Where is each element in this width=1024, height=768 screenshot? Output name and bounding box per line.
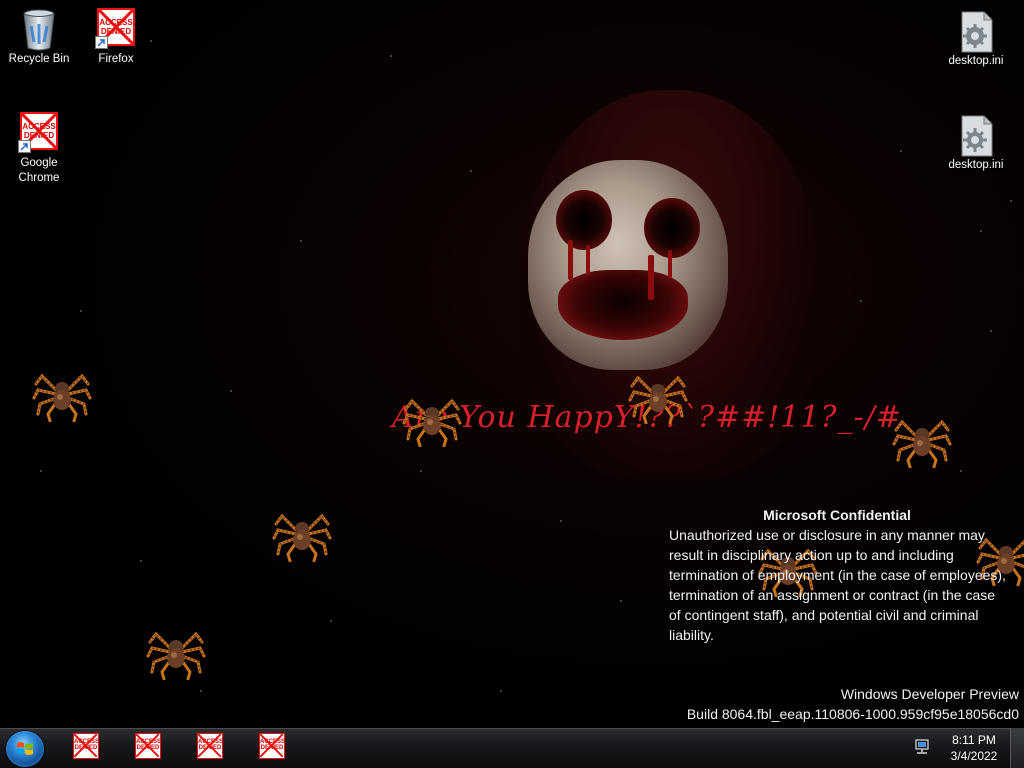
wallpaper-star xyxy=(990,330,992,332)
wallpaper-star xyxy=(330,620,332,622)
watermark-heading: Microsoft Confidential xyxy=(763,507,911,523)
access-denied-badge-text: ACCESS DENIED xyxy=(22,122,56,140)
desktop-icon-desktop-ini[interactable]: desktop.ini xyxy=(938,10,1014,69)
build-watermark: Windows Developer Preview Build 8064.fbl… xyxy=(687,684,1019,724)
access-denied-icon: ACCESS DENIED xyxy=(95,8,136,49)
access-denied-icon: ACCESS DENIED xyxy=(73,733,99,759)
spider-sprite xyxy=(146,624,206,681)
desktop-icon-label: desktop.ini xyxy=(948,55,1004,67)
spider-sprite xyxy=(628,368,688,425)
spider-sprite xyxy=(272,506,332,563)
desktop-icon-label: desktop.ini xyxy=(948,159,1004,171)
access-denied-icon: ACCESS DENIED xyxy=(197,733,223,759)
wallpaper-star xyxy=(230,390,232,392)
wallpaper-star xyxy=(200,690,202,692)
access-denied-badge-text: ACCESS DENIED xyxy=(99,18,133,36)
desktop-icon-recycle-bin[interactable]: Recycle Bin xyxy=(1,8,77,67)
taskbar: ACCESS DENIED ACCESS DENIED ACCESS DENIE… xyxy=(0,728,1024,768)
wallpaper-star xyxy=(980,230,982,232)
desktop-icon-label: Recycle Bin xyxy=(8,53,70,65)
wallpaper-star xyxy=(500,690,502,692)
taskbar-pinned-app[interactable]: ACCESS DENIED xyxy=(197,733,225,761)
wallpaper-star xyxy=(140,560,142,562)
settings-file-icon xyxy=(956,10,996,53)
face-blood-drip xyxy=(668,250,672,278)
taskbar-pinned-app[interactable]: ACCESS DENIED xyxy=(135,733,163,761)
settings-file-icon xyxy=(956,114,996,157)
watermark-build: Build 8064.fbl_eeap.110806-1000.959cf95e… xyxy=(686,706,1019,722)
wallpaper-creepy-face xyxy=(528,160,728,370)
windows-logo-icon xyxy=(17,742,33,755)
watermark-product: Windows Developer Preview xyxy=(840,686,1019,702)
access-denied-badge-text: ACCESS DENIED xyxy=(260,739,285,751)
access-denied-badge-text: ACCESS DENIED xyxy=(136,739,161,751)
desktop-icon-label: Google Chrome xyxy=(18,157,60,184)
face-blood-drip xyxy=(586,245,590,275)
wallpaper-star xyxy=(470,170,472,172)
wallpaper-star xyxy=(1010,200,1012,202)
clock-date: 3/4/2022 xyxy=(950,749,998,763)
face-mouth xyxy=(558,270,688,340)
desktop-icon-firefox[interactable]: ACCESS DENIED Firefox xyxy=(78,8,154,67)
taskbar-pinned-app[interactable]: ACCESS DENIED xyxy=(259,733,287,761)
access-denied-icon: ACCESS DENIED xyxy=(18,112,59,153)
access-denied-badge-text: ACCESS DENIED xyxy=(74,739,99,751)
spider-sprite xyxy=(402,391,462,448)
wallpaper-star xyxy=(390,55,392,57)
recycle-bin-icon xyxy=(19,8,59,51)
face-right-eye xyxy=(644,198,700,258)
face-blood-drip xyxy=(648,255,654,300)
shortcut-arrow-icon xyxy=(95,36,108,49)
start-button[interactable] xyxy=(6,731,44,767)
network-icon[interactable] xyxy=(913,738,933,756)
watermark-body: Unauthorized use or disclosure in any ma… xyxy=(669,527,1006,643)
face-blood-drip xyxy=(568,240,573,280)
wallpaper-star xyxy=(80,310,82,312)
taskbar-clock[interactable]: 8:11 PM 3/4/2022 xyxy=(946,732,1002,764)
taskbar-pinned-app[interactable]: ACCESS DENIED xyxy=(73,733,101,761)
access-denied-icon: ACCESS DENIED xyxy=(135,733,161,759)
wallpaper-star xyxy=(300,240,302,242)
wallpaper-star xyxy=(900,150,902,152)
desktop-icon-desktop-ini[interactable]: desktop.ini xyxy=(938,114,1014,173)
show-desktop-button[interactable] xyxy=(1010,728,1024,768)
wallpaper-star xyxy=(860,300,862,302)
access-denied-badge-text: ACCESS DENIED xyxy=(198,739,223,751)
clock-time: 8:11 PM xyxy=(952,733,996,747)
spider-sprite xyxy=(32,366,92,423)
desktop-icon-label: Firefox xyxy=(98,53,134,65)
wallpaper-star xyxy=(40,470,42,472)
wallpaper-star xyxy=(620,600,622,602)
spider-sprite xyxy=(892,412,952,469)
desktop-icon-google-chrome[interactable]: ACCESS DENIED Google Chrome xyxy=(1,112,77,186)
wallpaper-star xyxy=(960,470,962,472)
face-left-eye xyxy=(556,190,612,250)
wallpaper-star xyxy=(560,520,562,522)
confidential-watermark: Microsoft Confidential Unauthorized use … xyxy=(669,505,1009,645)
shortcut-arrow-icon xyxy=(18,140,31,153)
wallpaper-star xyxy=(420,470,422,472)
access-denied-icon: ACCESS DENIED xyxy=(259,733,285,759)
